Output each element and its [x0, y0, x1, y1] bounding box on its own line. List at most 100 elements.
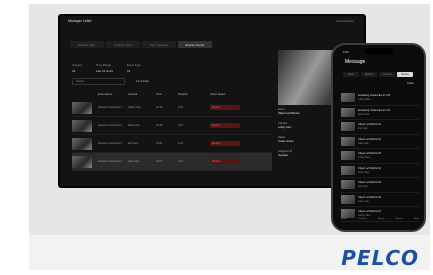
list-item-sub: Gate Cam [358, 199, 369, 203]
list-item-title: Object Left Behind 01 [358, 123, 381, 127]
app-titlebar: Manager Letter Administrator [60, 16, 364, 28]
event-time: 11:27 [156, 160, 163, 163]
filter-event-type[interactable]: Event Type All [127, 63, 141, 73]
list-item-title: Escalating Unattended at 2:30 [358, 108, 391, 112]
clip-thumbnail[interactable] [72, 155, 92, 168]
nav-home[interactable]: Home [341, 218, 347, 220]
col-duration[interactable]: Duration [178, 93, 210, 96]
list-item-text: Object Left Behind 03 Lobby Cam [358, 152, 381, 159]
event-thumbnail [341, 209, 355, 219]
detail-label: Camera [278, 122, 288, 125]
list-item-text: Object Left Behind 02 Gate Cam [358, 138, 381, 145]
nav-events[interactable]: Events [378, 218, 385, 220]
event-name: Intrusion Area Zone 4 [98, 160, 122, 163]
laptop-screen: Manager Letter Administrator Review Clip… [58, 14, 366, 188]
table-row[interactable]: Intrusion Area Zone 2 Dock Cam 10:48 0:2… [72, 117, 272, 135]
list-item[interactable]: Object Left Behind 04 Dock Cam [341, 164, 419, 178]
event-thumbnail [341, 180, 355, 190]
list-item-sub: Lobby Cam [358, 156, 371, 160]
table-row-selected[interactable]: Intrusion Area Zone 4 Gate Cam 11:27 0:1… [72, 153, 272, 171]
list-item[interactable]: Escalating Unattended at 1:30 Lobby Cam [341, 91, 419, 106]
list-item-text: Object Left Behind 06 Gate Cam [358, 196, 381, 203]
tab-events-center[interactable]: Events Center [178, 41, 212, 48]
event-thumbnail [341, 194, 355, 204]
tab-top-cameras[interactable]: Top Cameras [142, 41, 176, 48]
phone-tab-events[interactable]: Events [361, 72, 377, 77]
event-thumbnail [341, 165, 355, 175]
list-item[interactable]: Escalating Unattended at 2:30 Dock Cam [341, 106, 419, 120]
filter-label: Event Type [126, 63, 141, 67]
event-camera: Dock Cam [128, 124, 140, 127]
status-badge[interactable]: Review [210, 159, 240, 164]
event-table: Intrusion Area Zone 1 Lobby Cam 10:12 0:… [72, 99, 272, 171]
phone-tab-alerts[interactable]: Alerts [343, 72, 359, 77]
col-action-status[interactable]: Action Status [210, 93, 240, 96]
list-item-title: Object Left Behind 02 [358, 137, 381, 141]
table-row[interactable]: Intrusion Area Zone 1 Lobby Cam 10:12 0:… [72, 99, 272, 117]
result-count: 12 results [136, 79, 150, 83]
list-item-sub: Exit Cam [358, 185, 368, 189]
col-event-name[interactable]: Event Name [98, 93, 128, 96]
event-time: 10:48 [156, 124, 163, 127]
event-time: 11:05 [156, 142, 163, 145]
filter-camera[interactable]: Camera All [72, 63, 82, 73]
list-item[interactable]: Object Left Behind 01 Exit Cam [341, 120, 419, 135]
list-item[interactable]: Object Left Behind 02 Gate Cam [341, 135, 419, 149]
list-item[interactable]: Object Left Behind 03 Lobby Cam [341, 149, 419, 164]
col-time[interactable]: Time [156, 93, 178, 96]
list-item-text: Escalating Unattended at 2:30 Dock Cam [358, 109, 390, 116]
nav-cameras[interactable]: Cameras [358, 218, 367, 220]
list-item-title: Object Left Behind 07 [358, 210, 381, 214]
phone-tab-review[interactable]: Review [397, 72, 413, 77]
filter-value: All [126, 69, 131, 73]
status-badge[interactable]: Review [210, 105, 240, 110]
list-item-title: Object Left Behind 05 [358, 181, 381, 185]
event-thumbnail [341, 107, 355, 117]
list-item-title: Object Left Behind 04 [358, 166, 381, 170]
app-title: Manager Letter [68, 19, 92, 23]
nav-review[interactable]: Review [396, 218, 403, 220]
event-camera: Lobby Cam [128, 106, 141, 109]
list-item-title: Object Left Behind 06 [358, 195, 381, 199]
pelco-logo: PELCO [341, 246, 419, 270]
search-input[interactable]: Search [72, 78, 125, 85]
phone-tab-cameras[interactable]: Cameras [379, 72, 395, 77]
phone-notch [364, 48, 393, 54]
list-item-text: Object Left Behind 04 Dock Cam [358, 167, 381, 174]
phone-page-title: Message [345, 59, 366, 65]
table-row[interactable]: Intrusion Area Zone 3 Exit Cam 11:05 0:4… [72, 135, 272, 153]
list-item-sub: Gate Cam [358, 141, 369, 145]
list-item-title: Escalating Unattended at 1:30 [358, 94, 391, 98]
tab-review-clips[interactable]: Review Clips [70, 41, 104, 48]
status-badge[interactable]: Review [210, 123, 240, 128]
col-camera[interactable]: Camera [128, 93, 156, 96]
status-badge[interactable]: Review [210, 141, 240, 146]
table-header: Event Name Camera Time Duration Action S… [72, 91, 272, 97]
list-item[interactable]: Object Left Behind 06 Gate Cam [341, 193, 419, 207]
list-item[interactable]: Object Left Behind 05 Exit Cam [341, 178, 419, 193]
phone-bottom-nav: Home Cameras Events Review More [341, 218, 419, 220]
event-duration: 0:21 [178, 124, 183, 127]
clip-thumbnail[interactable] [72, 101, 92, 114]
filter-label: Camera [72, 63, 82, 67]
tab-analytic-view[interactable]: Analytic View [106, 41, 140, 48]
filter-bar: Camera All Time Range Last 24 hours Event … [72, 63, 141, 73]
event-camera: Exit Cam [128, 142, 139, 145]
list-item-text: Object Left Behind 07 Lobby Cam [358, 210, 381, 217]
user-menu[interactable]: Administrator [336, 19, 354, 23]
event-name: Intrusion Area Zone 1 [98, 106, 122, 109]
clip-thumbnail[interactable] [72, 137, 92, 150]
phone-event-list: Escalating Unattended at 1:30 Lobby Cam E… [341, 91, 419, 222]
filter-time-range[interactable]: Time Range Last 24 hours [96, 63, 113, 73]
list-item-text: Object Left Behind 01 Exit Cam [358, 123, 381, 130]
detail-label: Event [278, 108, 285, 111]
event-name: Intrusion Area Zone 2 [98, 124, 122, 127]
phone-filter-button[interactable]: Filter [407, 81, 414, 85]
nav-more[interactable]: More [414, 218, 419, 220]
list-item-sub: Lobby Cam [358, 214, 371, 218]
event-time: 10:12 [156, 106, 163, 109]
clip-thumbnail[interactable] [72, 119, 92, 132]
tab-bar: Review Clips Analytic View Top Cameras E… [70, 41, 212, 48]
list-item-sub: Dock Cam [358, 170, 370, 174]
filter-value: Last 24 hours [95, 69, 113, 73]
